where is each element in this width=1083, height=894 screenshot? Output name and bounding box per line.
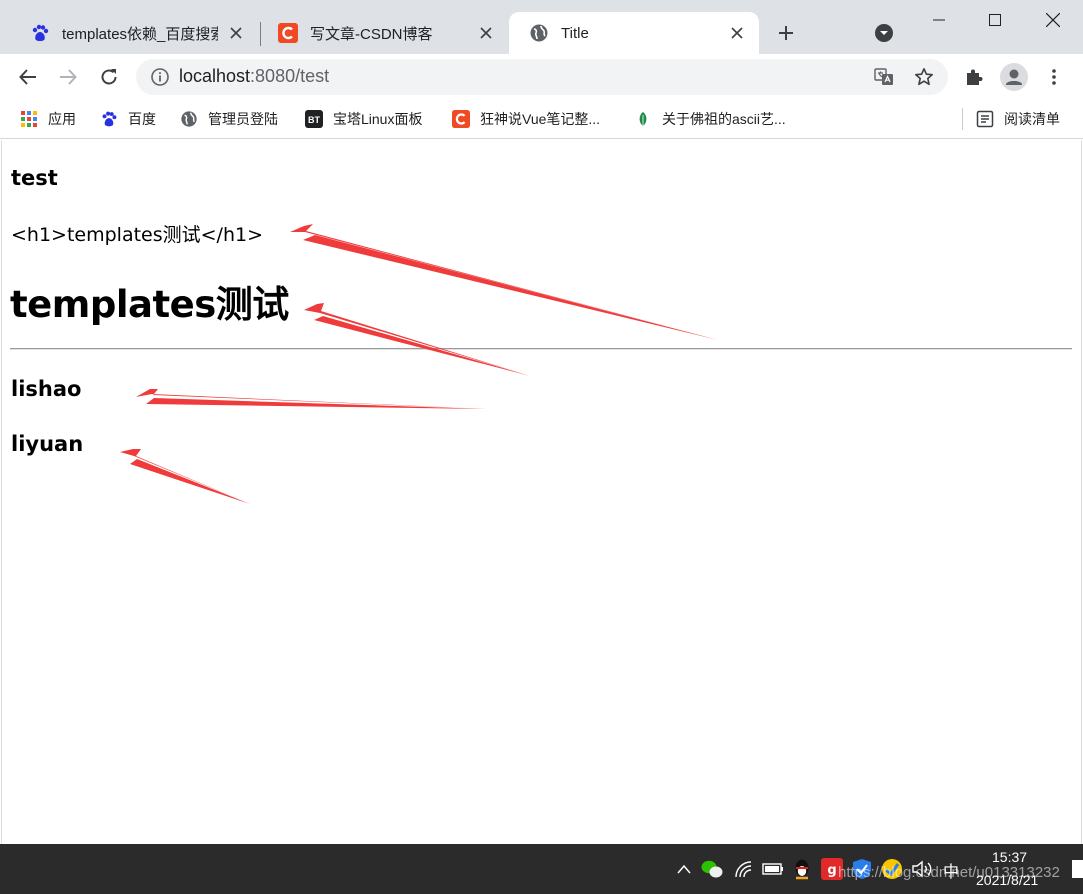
extensions-button[interactable]	[959, 62, 989, 92]
close-icon	[1046, 13, 1060, 27]
bookmark-bt-panel[interactable]: BT 宝塔Linux面板	[305, 107, 422, 131]
clock-time[interactable]: 15:37	[992, 849, 1027, 865]
templates-heading: templates测试	[10, 283, 289, 326]
plus-icon	[779, 26, 793, 40]
user-name-lishao: lishao	[11, 377, 82, 401]
maximize-button[interactable]	[966, 0, 1024, 40]
arrow-right-icon	[60, 69, 77, 85]
url-path: :8080/test	[250, 66, 330, 86]
profile-button[interactable]	[999, 62, 1029, 92]
tab-title-active[interactable]: Title	[509, 12, 759, 54]
tab-csdn[interactable]: 写文章-CSDN博客	[258, 12, 508, 54]
leaf-icon	[639, 112, 647, 126]
bookmark-baidu[interactable]: 百度	[100, 107, 156, 131]
tab-title: Title	[561, 24, 589, 42]
address-bar[interactable]: localhost:8080/test	[136, 59, 948, 95]
bookmarks-separator	[962, 108, 963, 130]
url-text[interactable]: localhost:8080/test	[179, 66, 329, 87]
info-icon[interactable]	[150, 67, 170, 87]
close-icon[interactable]	[727, 23, 747, 43]
battery-icon[interactable]	[762, 858, 784, 880]
avatar-icon	[1000, 63, 1028, 91]
puzzle-icon	[967, 69, 983, 85]
baidu-paw-icon	[32, 24, 49, 42]
chevron-up-icon[interactable]	[673, 858, 695, 880]
star-icon[interactable]	[912, 65, 936, 89]
kebab-menu-icon	[1052, 69, 1056, 85]
watermark-text: https://blog.csdn.net/u013313232	[838, 864, 1060, 881]
reload-icon	[101, 69, 117, 85]
globe-icon	[181, 111, 197, 127]
notification-icon[interactable]	[1072, 860, 1083, 878]
tab-title: templates依赖_百度搜索	[62, 25, 218, 43]
wifi-icon[interactable]	[733, 858, 755, 880]
close-icon[interactable]	[226, 23, 246, 43]
bookmark-label: 狂神说Vue笔记整...	[480, 111, 601, 127]
bookmark-label: 管理员登陆	[208, 111, 278, 127]
escaped-html-text: <h1>templates测试</h1>	[11, 224, 264, 246]
user-name-liyuan: liyuan	[11, 432, 84, 456]
tab-strip: templates依赖_百度搜索 写文章-CSDN博客 Title	[0, 0, 1083, 54]
reading-list-button[interactable]: 阅读清单	[976, 107, 1060, 131]
csdn-icon	[278, 23, 298, 43]
baidu-paw-icon	[102, 111, 117, 127]
windows-taskbar: g 中 15:37 2021/8/21 https://blog.csdn.ne…	[0, 844, 1083, 894]
translate-icon[interactable]	[872, 65, 896, 89]
csdn-icon	[452, 110, 470, 128]
bookmark-label: 百度	[128, 111, 156, 127]
forward-button[interactable]	[53, 62, 83, 92]
chevron-down-circle-icon	[875, 24, 893, 42]
maximize-icon	[989, 14, 1001, 26]
browser-toolbar: localhost:8080/test	[0, 54, 1083, 100]
new-tab-button[interactable]	[772, 19, 800, 47]
minimize-button[interactable]	[910, 0, 968, 40]
minimize-icon	[933, 19, 945, 21]
close-window-button[interactable]	[1024, 0, 1082, 40]
bookmark-label: 关于佛祖的ascii艺...	[662, 111, 786, 127]
menu-button[interactable]	[1039, 62, 1069, 92]
bt-icon: BT	[305, 110, 323, 128]
close-icon[interactable]	[476, 23, 496, 43]
reading-list-icon	[976, 110, 994, 128]
reading-list-label: 阅读清单	[1004, 111, 1060, 127]
horizontal-rule	[10, 348, 1072, 350]
tab-search-button[interactable]	[870, 19, 898, 47]
svg-text:g: g	[827, 863, 836, 878]
bookmark-apps[interactable]: 应用	[20, 107, 76, 131]
bookmark-label: 宝塔Linux面板	[333, 111, 423, 127]
arrow-left-icon	[19, 69, 36, 85]
globe-icon	[530, 24, 548, 42]
apps-grid-icon	[21, 111, 37, 127]
qq-penguin-icon[interactable]	[791, 858, 813, 880]
bookmarks-bar: 应用 百度 管理员登陆 BT 宝塔Linux面板 狂神说Vue笔记整... 关于…	[0, 100, 1083, 139]
url-host: localhost	[179, 66, 251, 86]
tab-baidu[interactable]: templates依赖_百度搜索	[10, 12, 258, 54]
bookmark-vue-notes[interactable]: 狂神说Vue笔记整...	[452, 107, 600, 131]
tab-title: 写文章-CSDN博客	[310, 25, 433, 43]
wechat-icon[interactable]	[701, 858, 723, 880]
reload-button[interactable]	[94, 62, 124, 92]
back-button[interactable]	[13, 62, 43, 92]
test-heading: test	[11, 166, 58, 190]
svg-text:BT: BT	[308, 115, 320, 125]
bookmark-label: 应用	[48, 111, 76, 127]
bookmark-admin-login[interactable]: 管理员登陆	[180, 107, 278, 131]
bookmark-ascii-art[interactable]: 关于佛祖的ascii艺...	[634, 107, 786, 131]
